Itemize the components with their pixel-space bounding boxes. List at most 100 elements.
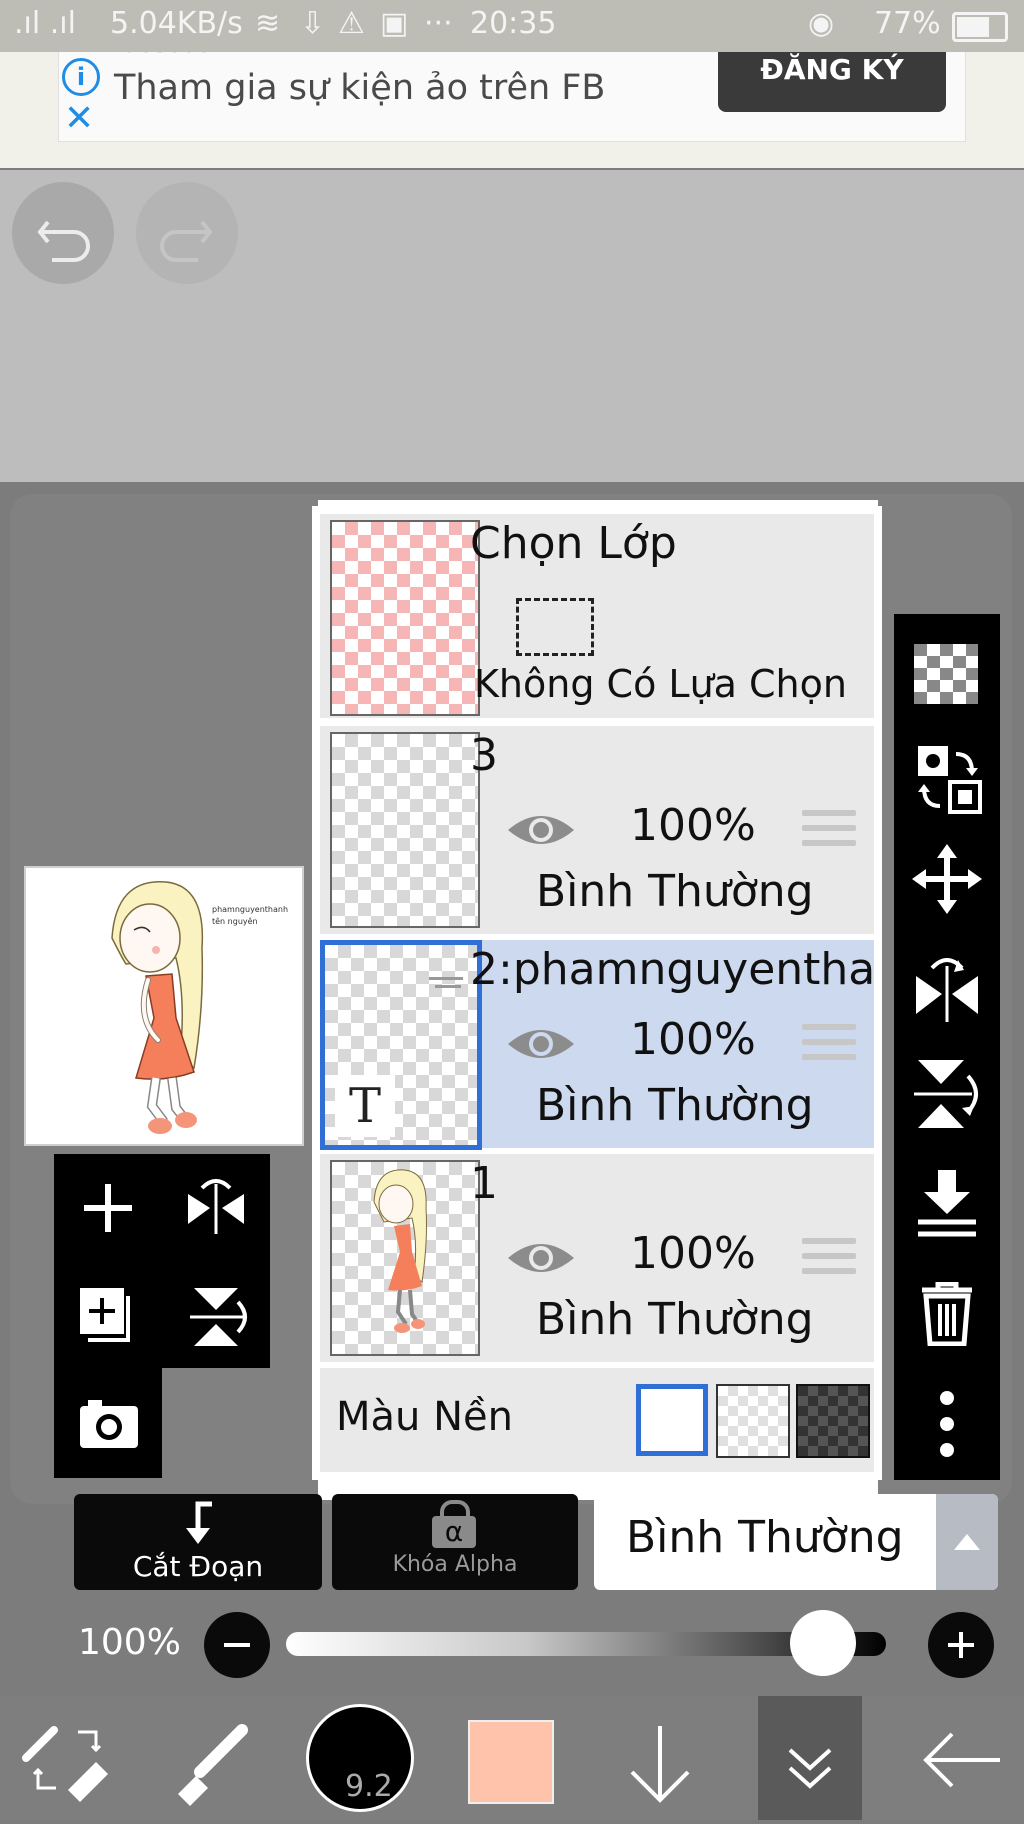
opacity-slider-thumb[interactable] (790, 1610, 856, 1676)
merge-down-button[interactable] (894, 1168, 1000, 1242)
more-options-button[interactable] (894, 1390, 1000, 1464)
battery-percent: 77% (874, 6, 941, 41)
opacity-increase-button[interactable] (928, 1612, 994, 1678)
flip-vertical-icon (914, 1060, 978, 1128)
redo-icon (160, 220, 213, 262)
arrow-left-icon (923, 1732, 1000, 1788)
pen-eraser-icon (22, 1726, 108, 1802)
layer-thumbnail (330, 732, 480, 928)
canvas-preview: phamnguyenthanh tên nguyên (24, 866, 304, 1146)
swap-icon (918, 746, 982, 814)
lock-icon: α (430, 1500, 478, 1548)
visibility-eye-icon[interactable] (506, 1238, 576, 1278)
minus-icon (224, 1643, 250, 1647)
info-icon[interactable]: i (62, 58, 100, 96)
clip-label: Cắt Đoạn (132, 1550, 264, 1583)
clipping-button[interactable]: Cắt Đoạn (74, 1494, 322, 1590)
layer-blend-mode: Bình Thường (536, 866, 814, 917)
layer-blend-mode: Bình Thường (536, 1294, 814, 1345)
selection-layer-row[interactable]: Chọn Lớp Không Có Lựa Chọn (320, 514, 874, 718)
preview-text-2: tên nguyên (212, 916, 258, 926)
preview-text-1: phamnguyenthanh (212, 905, 288, 914)
network-speed: 5.04KB/s (110, 6, 243, 41)
plus-icon (84, 1184, 132, 1232)
redo-button[interactable] (136, 182, 238, 284)
brush-size-value: 9.2 (345, 1769, 393, 1804)
bg-dark-swatch[interactable] (796, 1384, 870, 1458)
thumb-text-line (435, 985, 461, 988)
pen-eraser-toggle-button[interactable] (0, 1696, 148, 1820)
trash-icon (922, 1281, 972, 1347)
more-vertical-icon (940, 1391, 954, 1457)
merge-down-icon (918, 1170, 976, 1237)
move-layer-button[interactable] (894, 844, 1000, 918)
visibility-eye-icon[interactable] (506, 1024, 576, 1064)
more-dots-icon: ··· (424, 6, 453, 41)
battery-icon (952, 12, 1008, 42)
flip-horizontal-icon (916, 958, 978, 1022)
opacity-decrease-button[interactable] (204, 1612, 270, 1678)
girl-illustration: phamnguyenthanh tên nguyên (111, 881, 288, 1134)
visibility-eye-icon[interactable] (506, 810, 576, 850)
thumb-text-line (429, 977, 463, 980)
undo-icon (37, 220, 90, 262)
background-label: Màu Nền (336, 1394, 513, 1440)
opacity-value: 100% (78, 1622, 181, 1663)
girl-thumbnail-icon (373, 1169, 427, 1333)
move-down-button[interactable] (610, 1696, 710, 1820)
close-icon[interactable]: ✕ (64, 98, 94, 139)
undo-button[interactable] (12, 182, 114, 284)
layer-thumbnail: T (320, 940, 482, 1150)
brush-size-button[interactable]: 9.2 (306, 1704, 414, 1812)
bg-white-swatch[interactable] (636, 1384, 708, 1456)
triangle-up-icon (954, 1534, 980, 1550)
clock: 20:35 (470, 6, 557, 41)
selection-title: Chọn Lớp (470, 518, 677, 569)
text-layer-badge: T (335, 1075, 395, 1137)
drag-handle-icon[interactable] (802, 1238, 856, 1280)
layers-panel: Chọn Lớp Không Có Lựa Chọn 3 100% Bình T… (312, 506, 882, 1480)
import-photo-button[interactable] (54, 1368, 162, 1515)
layer-name: 3 (470, 730, 498, 781)
layer-name: 2:phamnguyentha (470, 944, 874, 995)
opacity-control: 100% (0, 1600, 1024, 1690)
bg-transparent-swatch[interactable] (716, 1384, 790, 1458)
layer-opacity: 100% (630, 1228, 756, 1279)
ad-title[interactable]: Tham gia sự kiện ảo trên FB (114, 68, 605, 108)
layers-menu-button[interactable] (758, 1696, 862, 1820)
alpha-symbol: α (432, 1516, 476, 1548)
flip-layer-vertical-button[interactable] (894, 1054, 1000, 1138)
background-color-row: Màu Nền (320, 1368, 874, 1472)
layer-row[interactable]: 3 100% Bình Thường (320, 726, 874, 934)
drag-handle-icon[interactable] (802, 810, 856, 852)
blend-mode-select[interactable]: Bình Thường (594, 1494, 998, 1590)
flip-horizontal-icon (188, 1179, 244, 1234)
back-button[interactable] (900, 1696, 1024, 1820)
alpha-lock-button[interactable]: α Khóa Alpha (332, 1494, 578, 1590)
move-icon (912, 844, 982, 914)
wifi-icon: ≋ (255, 6, 281, 41)
flip-vertical-button[interactable] (162, 1262, 270, 1407)
signal-icon: .ıl .ıl (14, 6, 76, 41)
layer-tools-grid (54, 1154, 270, 1368)
alpha-lock-label: Khóa Alpha (392, 1552, 518, 1577)
new-transparent-layer-button[interactable] (894, 638, 1000, 712)
layer-row-selected[interactable]: T 2:phamnguyentha 100% Bình Thường (320, 940, 874, 1150)
layer-row[interactable]: 1 100% Bình Thường (320, 1154, 874, 1362)
drag-handle-icon[interactable] (802, 1024, 856, 1066)
selection-status: Không Có Lựa Chọn (474, 662, 847, 706)
blend-mode-dropdown-button[interactable] (936, 1494, 998, 1590)
selection-marquee-icon (516, 598, 594, 656)
duplicate-icon (80, 1288, 130, 1342)
layer-opacity: 100% (630, 800, 756, 851)
status-bar: .ıl .ıl 5.04KB/s ≋ ⇩ ⚠ ▣ ··· 20:35 ◉ 77% (0, 0, 1024, 52)
camera-icon (80, 1400, 138, 1448)
double-chevron-down-icon (788, 1748, 832, 1789)
swap-layer-button[interactable] (894, 740, 1000, 824)
flip-layer-horizontal-button[interactable] (894, 946, 1000, 1030)
color-swatch-button[interactable] (468, 1720, 554, 1804)
layer-opacity: 100% (630, 1014, 756, 1065)
delete-layer-button[interactable] (894, 1281, 1000, 1350)
brush-tool-button[interactable] (150, 1696, 270, 1820)
layer-actions-bar (894, 614, 1000, 1480)
